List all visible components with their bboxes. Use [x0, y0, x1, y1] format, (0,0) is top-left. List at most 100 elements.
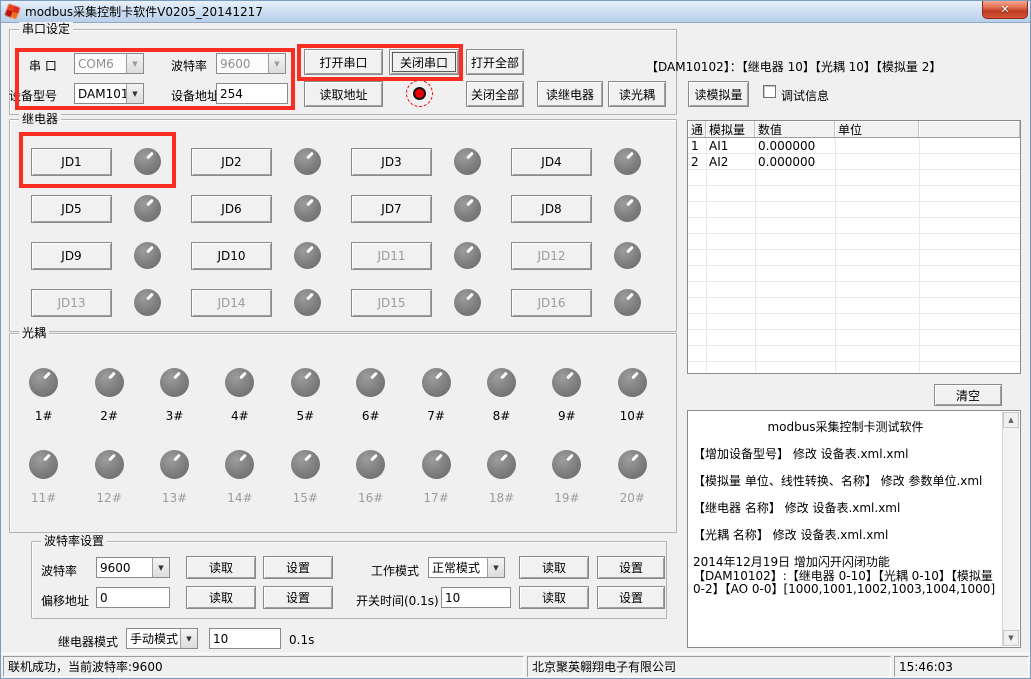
- cell-empty: [919, 138, 1020, 154]
- knob-dash-icon: [304, 454, 312, 462]
- relay-button[interactable]: JD6: [191, 195, 272, 223]
- cell-value: 0.000000: [755, 138, 835, 154]
- opto-cell: 3#: [142, 363, 207, 445]
- offset-read-button[interactable]: 读取: [186, 586, 256, 609]
- status-bar: 联机成功，当前波特率:9600 北京聚英翱翔电子有限公司 15:46:03: [1, 653, 1030, 678]
- offset-set-button[interactable]: 设置: [263, 586, 333, 609]
- relay-cell: JD12: [503, 232, 663, 279]
- close-all-button[interactable]: 关闭全部: [466, 81, 524, 107]
- opto-channel-label: 6#: [362, 409, 380, 423]
- debug-info-label: 调试信息: [781, 87, 829, 104]
- opto-knob-indicator: [160, 368, 189, 397]
- relay-button[interactable]: JD9: [31, 242, 112, 270]
- knob-dash-icon: [435, 454, 443, 462]
- opto-channel-label: 2#: [100, 409, 118, 423]
- baudrate-value: 9600: [97, 561, 152, 575]
- chevron-down-icon: ▼: [126, 84, 143, 103]
- model-combobox[interactable]: DAM10102 ▼: [74, 83, 144, 104]
- opto-cell: 14#: [207, 445, 272, 527]
- relay-cell: JD6: [183, 185, 343, 232]
- read-analog-button[interactable]: 读模拟量: [688, 81, 749, 107]
- table-row[interactable]: 1 AI1 0.000000: [688, 138, 1020, 154]
- knob-dash-icon: [239, 454, 247, 462]
- baud-read-button[interactable]: 读取: [186, 556, 256, 579]
- opto-channel-label: 15#: [293, 491, 318, 505]
- knob-dash-icon: [147, 198, 155, 206]
- relay-button[interactable]: JD4: [511, 148, 592, 176]
- opto-channel-label: 16#: [358, 491, 383, 505]
- relay-knob-indicator: [614, 195, 641, 222]
- knob-dash-icon: [239, 372, 247, 380]
- opto-knob-indicator: [225, 450, 254, 479]
- opto-knob-indicator: [291, 368, 320, 397]
- opto-knob-indicator: [422, 368, 451, 397]
- relay-cell: JD9: [23, 232, 183, 279]
- opto-knob-indicator: [225, 368, 254, 397]
- switch-time-set-button[interactable]: 设置: [597, 586, 665, 609]
- work-mode-set-button[interactable]: 设置: [597, 556, 665, 579]
- chevron-down-icon: ▼: [152, 558, 169, 577]
- scroll-down-icon[interactable]: ▼: [1003, 630, 1019, 646]
- log-line: [693, 543, 998, 557]
- opto-cell: 9#: [534, 363, 599, 445]
- title-bar[interactable]: modbus采集控制卡软件V0205_20141217: [1, 1, 1030, 23]
- status-led: [406, 80, 433, 107]
- read-opto-button[interactable]: 读光耦: [608, 81, 666, 107]
- opto-channel-label: 5#: [296, 409, 314, 423]
- read-relay-button[interactable]: 读继电器: [537, 81, 603, 107]
- work-mode-combobox[interactable]: 正常模式 ▼: [428, 557, 505, 578]
- log-line: 【DAM10102】:【继电器 0-10】【光耦 0-10】【模拟量 0-2】【…: [693, 570, 998, 597]
- relay-mode-combobox[interactable]: 手动模式 ▼: [126, 628, 198, 649]
- open-port-button[interactable]: 打开串口: [304, 49, 383, 75]
- opto-cell: 20#: [600, 445, 665, 527]
- close-button[interactable]: ✕: [982, 1, 1028, 19]
- work-mode-read-button[interactable]: 读取: [519, 556, 589, 579]
- table-row[interactable]: 2 AI2 0.000000: [688, 154, 1020, 170]
- relay-button[interactable]: JD10: [191, 242, 272, 270]
- switch-time-input[interactable]: 10: [441, 587, 511, 608]
- opto-knob-indicator: [487, 450, 516, 479]
- knob-dash-icon: [307, 151, 315, 159]
- relay-cell: JD4: [503, 138, 663, 185]
- opto-channel-label: 7#: [427, 409, 445, 423]
- log-line: modbus采集控制卡测试软件: [693, 421, 998, 435]
- debug-info-checkbox[interactable]: [763, 85, 776, 98]
- opto-channel-label: 14#: [227, 491, 252, 505]
- relay-mode-value: 手动模式: [127, 630, 180, 647]
- relay-button[interactable]: JD1: [31, 148, 112, 176]
- switch-time-read-button[interactable]: 读取: [519, 586, 589, 609]
- read-address-button[interactable]: 读取地址: [304, 81, 383, 107]
- relay-button[interactable]: JD8: [511, 195, 592, 223]
- chevron-down-icon: ▼: [126, 54, 143, 73]
- relay-mode-time-input[interactable]: 10: [209, 628, 281, 649]
- relay-button[interactable]: JD5: [31, 195, 112, 223]
- table-gridline: [706, 138, 707, 373]
- opto-cell: 12#: [76, 445, 141, 527]
- relay-cell: JD7: [343, 185, 503, 232]
- close-port-button[interactable]: 关闭串口: [389, 49, 459, 75]
- offset-input[interactable]: 0: [96, 587, 170, 608]
- scroll-up-icon[interactable]: ▲: [1003, 412, 1019, 428]
- opto-channel-label: 8#: [493, 409, 511, 423]
- relay-button: JD15: [351, 289, 432, 317]
- relay-knob-indicator: [614, 289, 641, 316]
- device-address-input[interactable]: 254: [216, 83, 288, 104]
- relay-button[interactable]: JD2: [191, 148, 272, 176]
- open-all-button[interactable]: 打开全部: [466, 49, 524, 75]
- baudrate-combobox[interactable]: 9600 ▼: [96, 557, 170, 578]
- log-scrollbar[interactable]: ▲ ▼: [1002, 412, 1019, 646]
- opto-group-title: 光耦: [19, 326, 49, 340]
- opto-channel-label: 10#: [620, 409, 645, 423]
- baud-value: 9600: [217, 57, 268, 71]
- clear-log-button[interactable]: 清空: [934, 384, 1002, 406]
- log-content: modbus采集控制卡测试软件 【增加设备型号】 修改 设备表.xml.xml …: [689, 412, 1002, 646]
- relay-button[interactable]: JD3: [351, 148, 432, 176]
- knob-dash-icon: [304, 372, 312, 380]
- knob-dash-icon: [173, 372, 181, 380]
- opto-knob-indicator: [95, 450, 124, 479]
- baud-set-button[interactable]: 设置: [263, 556, 333, 579]
- relay-button[interactable]: JD7: [351, 195, 432, 223]
- opto-channel-label: 19#: [554, 491, 579, 505]
- knob-dash-icon: [370, 372, 378, 380]
- relay-cell: JD11: [343, 232, 503, 279]
